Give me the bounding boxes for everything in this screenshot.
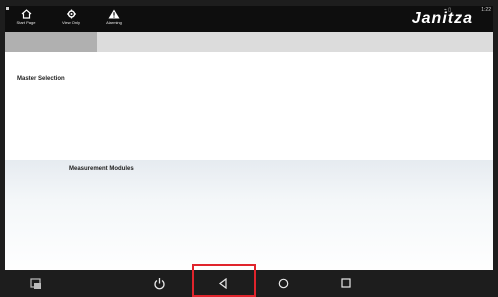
start-page-label: Start Page [16, 20, 36, 25]
power-icon[interactable] [153, 277, 166, 290]
warning-icon [108, 9, 120, 19]
main-content: Master Selection Measurement Modules [5, 52, 493, 276]
alarming-button[interactable]: Alarming [99, 8, 129, 30]
tab-active[interactable] [5, 32, 97, 52]
measurement-modules-panel: Measurement Modules [5, 160, 493, 276]
measurement-modules-title: Measurement Modules [69, 166, 134, 172]
brand-logo: Janitza [411, 10, 473, 27]
view-only-label: View Only [62, 20, 80, 25]
tab-strip [5, 32, 493, 52]
recents-icon[interactable] [341, 278, 351, 288]
alarming-label: Alarming [106, 20, 122, 25]
screenshot-icon[interactable] [30, 278, 42, 290]
top-header: Start Page View Only Alarming ⌁ ▯ Janitz… [5, 6, 493, 32]
view-only-button[interactable]: View Only [56, 8, 86, 30]
device-frame: Start Page View Only Alarming ⌁ ▯ Janitz… [0, 0, 498, 297]
master-selection-title: Master Selection [17, 76, 65, 82]
start-page-button[interactable]: Start Page [11, 8, 41, 30]
home-circle-icon[interactable] [278, 278, 289, 289]
clock: 1:22 [481, 7, 491, 13]
home-icon [21, 9, 31, 19]
screen: Start Page View Only Alarming ⌁ ▯ Janitz… [5, 6, 493, 276]
gear-icon [66, 9, 76, 19]
status-indicator [6, 7, 9, 10]
back-button-highlight [192, 264, 256, 297]
